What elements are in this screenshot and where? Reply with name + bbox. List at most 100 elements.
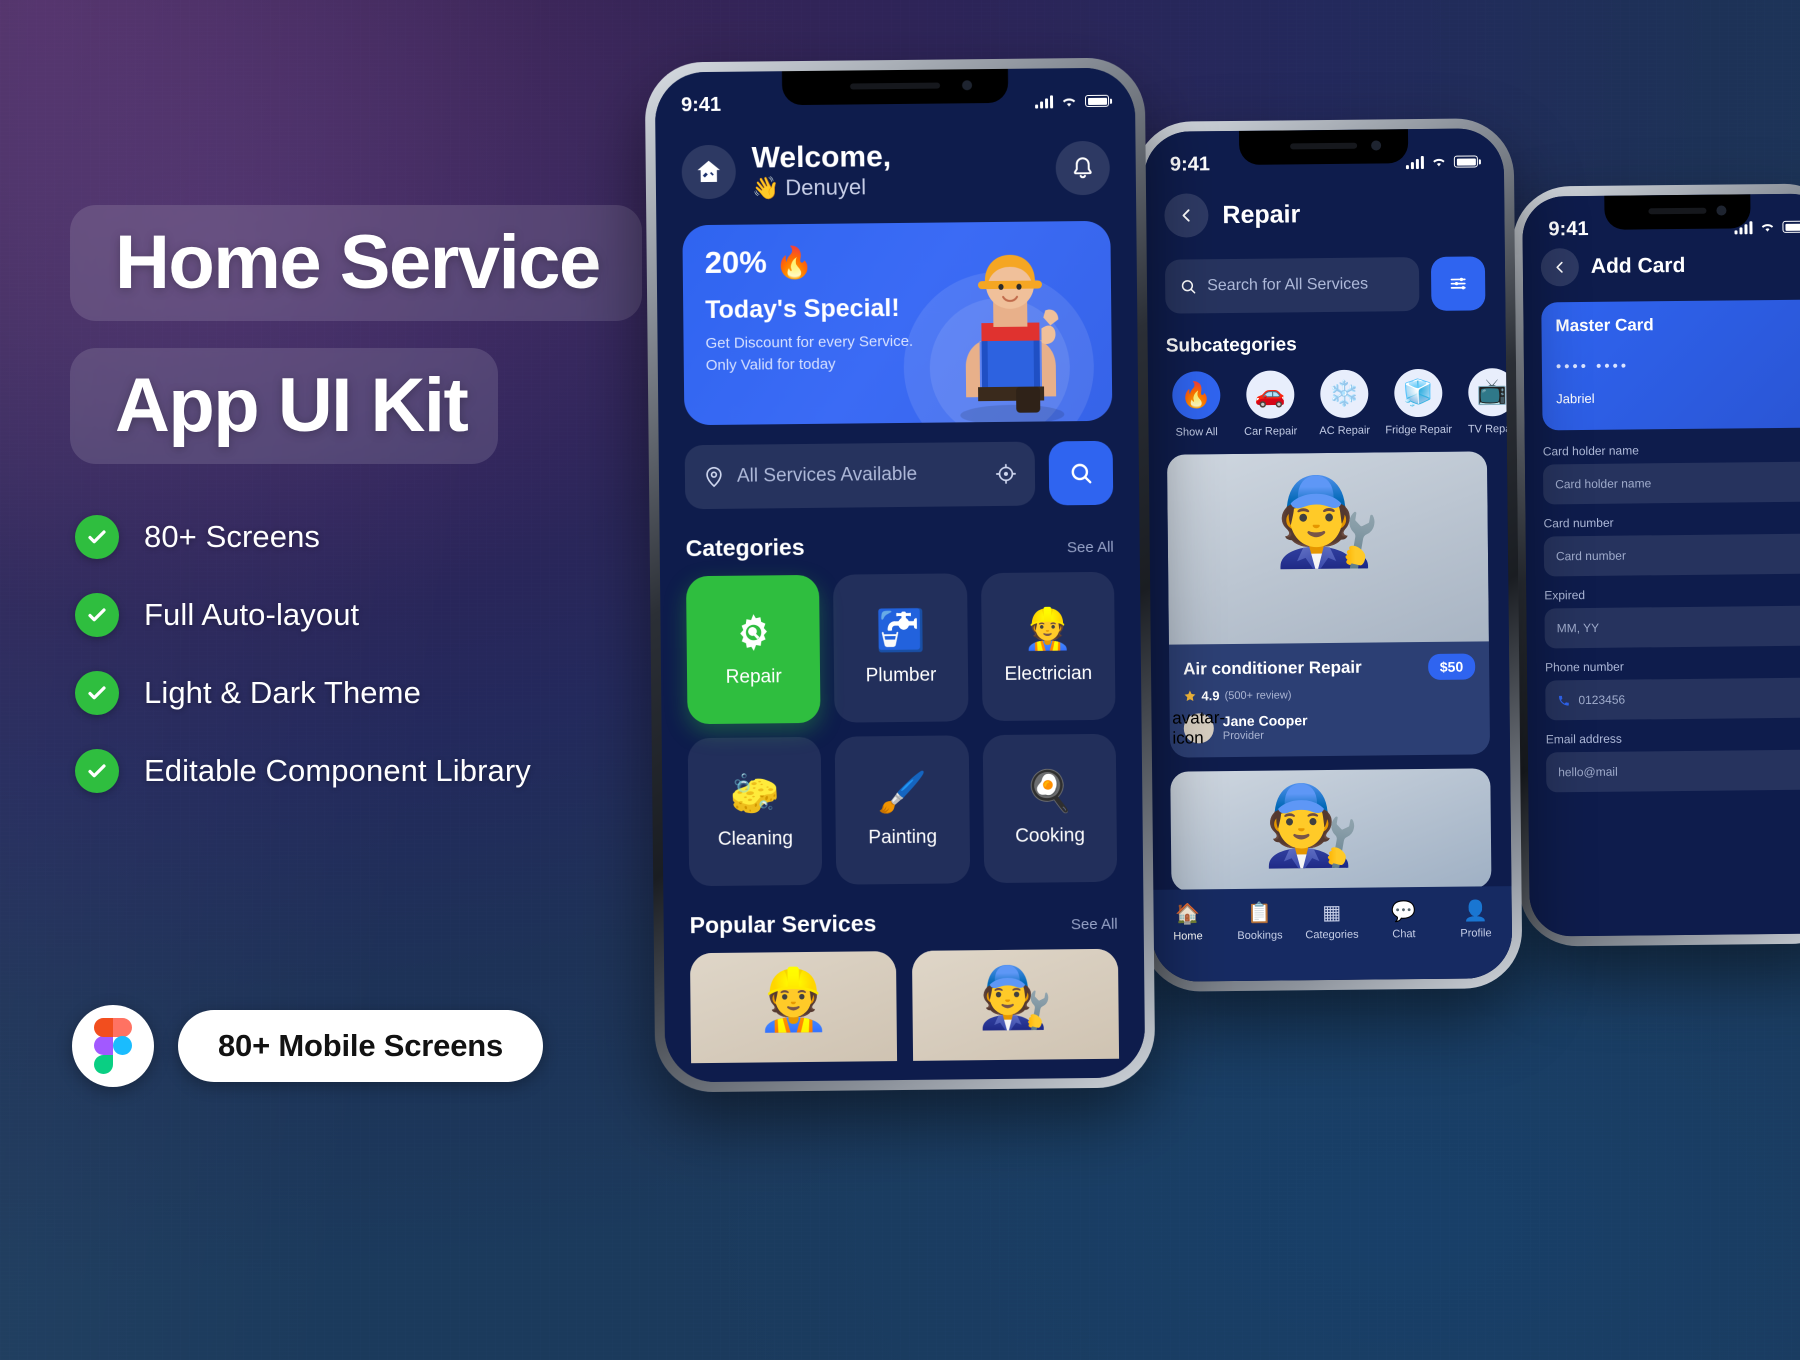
feature-item-3: Editable Component Library (75, 749, 531, 793)
service-rating: 4.9 (500+ review) (1183, 685, 1475, 703)
hero-title-text-2: App UI Kit (115, 363, 469, 448)
phone2-header: Repair (1164, 190, 1484, 238)
location-text: All Services Available (736, 463, 918, 487)
chevron-left-icon[interactable] (1540, 248, 1580, 287)
username: Denuyel (785, 174, 867, 201)
categories-section-header: Categories See All (686, 530, 1114, 561)
field-value-1: Card number (1555, 548, 1627, 564)
technician-photo-2: 🧑‍🔧 (1262, 780, 1361, 870)
category-tile-cleaning[interactable]: 🧽 Cleaning (687, 736, 823, 886)
signal-bars-icon (1035, 94, 1054, 109)
subcategory-item-1[interactable]: 🚗 Car Repair (1240, 370, 1301, 438)
subcategories-title: Subcategories (1165, 334, 1297, 357)
subcategory-label-1: Car Repair (1244, 425, 1298, 438)
location-input[interactable]: All Services Available (684, 441, 1036, 509)
tab-chat[interactable]: 💬 Chat (1373, 901, 1435, 941)
search-button[interactable] (1048, 440, 1114, 505)
card-holder-name: Jabriel (1556, 390, 1595, 407)
field-label-0: Card holder name (1542, 443, 1639, 459)
categories-grid-icon: ▦ (1322, 901, 1342, 925)
subcategory-item-0[interactable]: 🔥 Show All (1166, 371, 1227, 439)
card-form: Card holder name Card holder name Card n… (1543, 442, 1800, 793)
phone1-frame: 9:41 Welcome, 👋 Denuyel 20% 🔥 Today's Sp… (644, 57, 1156, 1093)
snowflake-icon: ❄️ (1320, 369, 1369, 419)
tab-label-profile: Profile (1460, 927, 1492, 940)
tab-home[interactable]: 🏠 Home (1157, 903, 1219, 943)
phone-mockup-home: 9:41 Welcome, 👋 Denuyel 20% 🔥 Today's Sp… (644, 57, 1156, 1093)
card-number-input[interactable]: Card number (1543, 533, 1800, 577)
status-time: 9:41 (1548, 217, 1589, 240)
fire-icon: 🔥 (774, 244, 814, 280)
star-icon (1184, 690, 1196, 702)
phone3-screen: 9:41 Add Card Master Card •••• •••• Jabr… (1522, 193, 1800, 937)
service-card[interactable]: 🧑‍🔧 Air conditioner Repair $50 4.9 (500+… (1166, 451, 1491, 758)
search-icon (1181, 280, 1196, 294)
phone-input[interactable]: 0123456 (1545, 677, 1800, 721)
tab-bookings[interactable]: 📋 Bookings (1229, 902, 1291, 942)
filter-sliders-icon[interactable] (1430, 256, 1486, 311)
phone2-notch (1238, 129, 1409, 165)
feature-item-1: Full Auto-layout (75, 593, 359, 637)
pan-icon: 🍳 (1024, 768, 1075, 814)
categories-see-all[interactable]: See All (1067, 538, 1114, 555)
provider-info: Jane Cooper Provider (1223, 712, 1308, 743)
tab-categories[interactable]: ▦ Categories (1301, 902, 1363, 942)
car-icon: 🚗 (1246, 370, 1295, 419)
tab-profile[interactable]: 👤 Profile (1445, 900, 1507, 940)
promo-graphic: Home Service App UI Kit 80+ Screens Full… (0, 0, 1800, 1360)
figma-badge: 80+ Mobile Screens (72, 1005, 544, 1087)
popular-image-0: 👷 (755, 965, 832, 1034)
tab-label-bookings: Bookings (1237, 929, 1283, 942)
category-tile-repair[interactable]: Repair (685, 574, 821, 724)
provider-row: avatar-icon Jane Cooper Provider (1172, 708, 1476, 748)
location-pin-icon (706, 466, 722, 487)
promo-banner[interactable]: 20% 🔥 Today's Special! Get Discount for … (682, 220, 1113, 425)
fire-icon: 🔥 (1172, 371, 1221, 420)
check-icon (75, 515, 119, 559)
battery-icon (1782, 220, 1800, 233)
category-tile-painting[interactable]: 🖌️ Painting (835, 734, 970, 885)
expiry-input[interactable]: MM, YY (1544, 605, 1800, 649)
add-card-screen: Add Card Master Card •••• •••• Jabriel C… (1522, 193, 1800, 937)
tab-label-home: Home (1173, 930, 1203, 943)
battery-icon (1453, 155, 1478, 168)
signal-bars-icon (1405, 155, 1424, 169)
promo-subtitle: Get Discount for every Service. Only Val… (705, 332, 914, 375)
page-title: Add Card (1590, 253, 1686, 278)
rating-value: 4.9 (1201, 688, 1220, 704)
subcategory-item-2[interactable]: ❄️ AC Repair (1314, 369, 1375, 438)
faucet-icon: 🚰 (875, 608, 926, 653)
subcategory-item-3[interactable]: 🧊 Fridge Repair (1385, 368, 1452, 436)
email-input[interactable]: hello@mail (1545, 749, 1800, 793)
category-tile-cooking[interactable]: 🍳 Cooking (982, 733, 1118, 883)
service-card-2[interactable]: 🧑‍🔧 (1170, 768, 1492, 892)
category-tile-electrician[interactable]: 👷 Electrician (980, 571, 1116, 721)
technician-photo: 🧑‍🔧 (1273, 473, 1382, 571)
category-tile-plumber[interactable]: 🚰 Plumber (833, 572, 969, 723)
bell-icon[interactable] (1055, 141, 1111, 196)
field-value-0: Card holder name (1555, 476, 1652, 492)
category-label-cooking: Cooking (1015, 824, 1086, 847)
service-name: Air conditioner Repair (1183, 657, 1362, 679)
card-number-masked: •••• •••• (1555, 357, 1630, 376)
field-value-3: 0123456 (1578, 692, 1626, 708)
category-label-painting: Painting (868, 826, 938, 848)
popular-see-all[interactable]: See All (1071, 915, 1118, 932)
service-price: $50 (1427, 653, 1476, 680)
popular-card-1[interactable]: 🧑‍🔧 (911, 948, 1120, 1061)
home-tools-icon[interactable] (681, 144, 737, 200)
feature-label-3: Editable Component Library (144, 753, 531, 788)
search-input[interactable]: Search for All Services (1164, 257, 1420, 314)
electrician-icon: 👷 (1022, 606, 1074, 652)
phone-icon (1558, 695, 1569, 706)
phone2-frame: 9:41 Repair Search for All Services Subc… (1133, 118, 1523, 992)
subcategory-item-4[interactable]: 📺 TV Repair (1462, 368, 1513, 436)
chevron-left-icon[interactable] (1164, 193, 1209, 238)
popular-card-0[interactable]: 👷 (689, 950, 898, 1063)
home-header: Welcome, 👋 Denuyel (681, 138, 1111, 203)
provider-role: Provider (1222, 729, 1264, 742)
card-holder-input[interactable]: Card holder name (1542, 461, 1800, 505)
category-label-electrician: Electrician (1004, 662, 1093, 685)
battery-icon (1084, 94, 1110, 108)
wave-icon: 👋 (751, 175, 780, 201)
